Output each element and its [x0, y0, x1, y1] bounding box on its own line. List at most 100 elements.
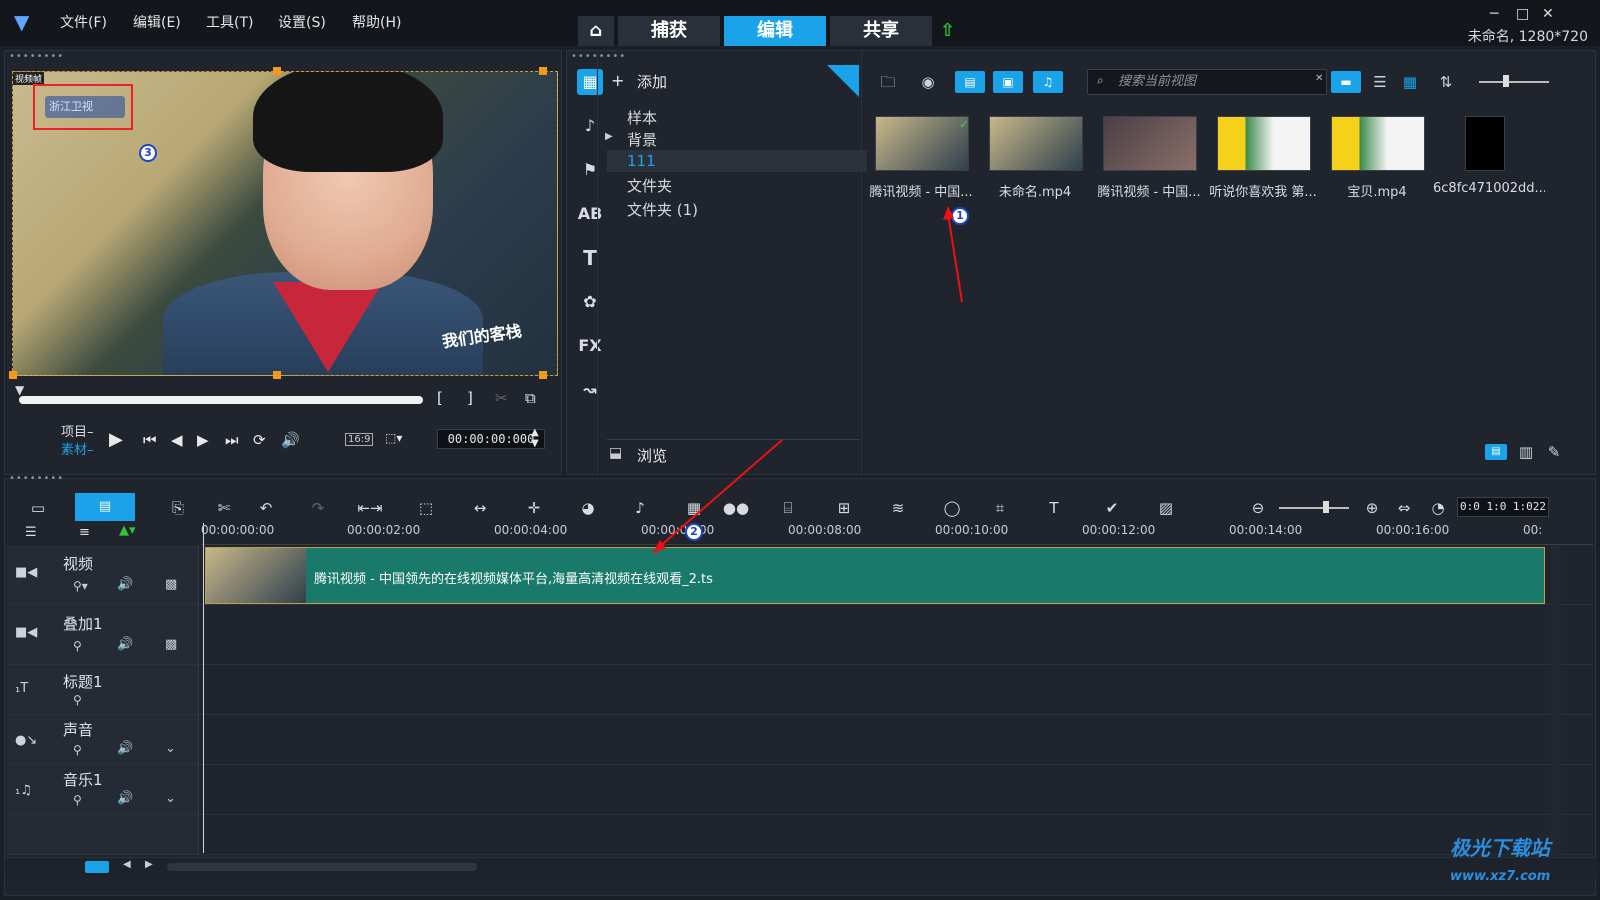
- thumbnail-3[interactable]: [1103, 116, 1197, 171]
- zoom-out-icon[interactable]: ⊖: [1243, 497, 1273, 519]
- close-icon[interactable]: ✕: [1542, 6, 1554, 22]
- resize-handle[interactable]: [273, 67, 281, 75]
- tree-item-sample[interactable]: 样本: [627, 107, 657, 128]
- mute-icon[interactable]: 🔊: [117, 577, 133, 592]
- color-icon[interactable]: ◕: [573, 497, 603, 519]
- panel-grip[interactable]: ••••••••: [9, 473, 64, 484]
- link-icon[interactable]: ⚲: [73, 743, 82, 757]
- resize-mode-icon[interactable]: ⬚▾: [385, 431, 402, 445]
- horizontal-scrollbar[interactable]: [167, 863, 477, 871]
- skip-end-icon[interactable]: ⏭: [225, 431, 239, 449]
- fit-icon[interactable]: ⇤⇥: [355, 497, 385, 519]
- tools-icon[interactable]: ✄: [209, 497, 239, 519]
- track-motion-icon[interactable]: ✛: [519, 497, 549, 519]
- expand-arrow-icon[interactable]: ▶: [605, 131, 613, 142]
- timeline-view-button[interactable]: ▤: [75, 493, 135, 521]
- menu-file[interactable]: 文件(F): [60, 12, 107, 32]
- expand-icon[interactable]: ⌄: [165, 741, 176, 756]
- track-manager-icon[interactable]: ☰: [25, 525, 37, 540]
- thumbnail-size-slider[interactable]: [1479, 81, 1549, 83]
- mute-icon[interactable]: 🔊: [117, 741, 133, 756]
- menu-settings[interactable]: 设置(S): [278, 12, 326, 32]
- link-icon[interactable]: ⚲: [73, 693, 82, 707]
- copy-icon[interactable]: ⎘: [163, 497, 193, 519]
- video-preview[interactable]: 视频帧 浙江卫视 3 我们的客栈: [12, 71, 558, 376]
- track-overlay[interactable]: ■◀ 叠加1 ⚲ 🔊 ▩: [7, 605, 1593, 665]
- stabilize-icon[interactable]: ✔: [1097, 497, 1127, 519]
- link-icon[interactable]: ⚲: [73, 639, 82, 653]
- pin-icon[interactable]: [827, 65, 859, 97]
- filter-audio-button[interactable]: ♫: [1033, 71, 1063, 93]
- menu-help[interactable]: 帮助(H): [352, 12, 401, 32]
- panel-grip[interactable]: ••••••••: [571, 51, 626, 62]
- zoom-knob[interactable]: [1323, 501, 1329, 513]
- aspect-ratio-button[interactable]: 16:9: [345, 433, 374, 446]
- preview-timecode[interactable]: 00:00:00:000: [437, 429, 545, 449]
- track-music[interactable]: ₁♫ 音乐1 ⚲ 🔊 ⌄: [7, 765, 1593, 815]
- search-input[interactable]: 搜索当前视图: [1087, 69, 1327, 95]
- instant-project-icon[interactable]: ♪: [577, 113, 603, 139]
- graphics-icon[interactable]: ✿: [577, 289, 603, 315]
- skip-start-icon[interactable]: ⏮: [143, 431, 157, 449]
- enlarge-icon[interactable]: ⧉: [525, 389, 536, 407]
- tab-edit[interactable]: 编辑: [724, 16, 826, 46]
- add-button[interactable]: 添加: [637, 71, 667, 92]
- track-voice[interactable]: ●↘ 声音 ⚲ 🔊 ⌄: [7, 715, 1593, 765]
- mask-icon[interactable]: ●●: [721, 497, 751, 519]
- storyboard-view-icon[interactable]: ▭: [23, 497, 53, 519]
- mark-in-button[interactable]: [: [437, 389, 443, 407]
- fit-project-icon[interactable]: ⇔: [1389, 497, 1419, 519]
- fx-icon[interactable]: FX: [577, 333, 603, 359]
- add-track-icon[interactable]: ≡: [79, 525, 90, 540]
- thumbnail-4[interactable]: [1217, 116, 1311, 171]
- slider-knob[interactable]: [1503, 75, 1509, 87]
- scroll-right-icon[interactable]: ▶: [145, 859, 153, 870]
- prev-frame-icon[interactable]: ◀: [171, 431, 183, 449]
- mark-out-button[interactable]: ]: [467, 389, 473, 407]
- title-icon[interactable]: T: [577, 245, 603, 271]
- tab-capture[interactable]: 捕获: [618, 16, 720, 46]
- timecode-stepper-icon[interactable]: ▲ ▼: [531, 427, 539, 449]
- time-ruler[interactable]: 00:00:00:00 00:00:02:00 00:00:04:00 00:0…: [201, 523, 1593, 545]
- clear-search-icon[interactable]: ✕: [1315, 73, 1323, 84]
- filter-video-button[interactable]: ▤: [955, 71, 985, 93]
- transition-icon[interactable]: ⚑: [577, 157, 603, 183]
- scroll-left-icon[interactable]: ◀: [123, 859, 131, 870]
- playhead[interactable]: [203, 523, 204, 853]
- path-icon[interactable]: ↝: [577, 377, 603, 403]
- panel-grip[interactable]: ••••••••: [9, 51, 64, 62]
- resize-handle[interactable]: [539, 371, 547, 379]
- project-mode-label[interactable]: 项目–: [61, 421, 94, 440]
- home-button[interactable]: ⌂: [578, 16, 614, 46]
- capture-icon[interactable]: ◉: [915, 71, 941, 93]
- zoom-slider[interactable]: [1279, 507, 1349, 509]
- grid-icon[interactable]: ⊞: [829, 497, 859, 519]
- resize-handle[interactable]: [273, 371, 281, 379]
- track-scroll-button[interactable]: [85, 861, 109, 873]
- tree-item-111[interactable]: 111: [627, 152, 656, 170]
- repeat-icon[interactable]: ⟳: [253, 431, 266, 449]
- scrubber-bar[interactable]: [19, 396, 423, 404]
- clip-mode-label[interactable]: 素材–: [61, 439, 94, 458]
- browse-button[interactable]: 浏览: [637, 445, 667, 466]
- view-list-icon[interactable]: ☰: [1367, 71, 1393, 93]
- plus-icon[interactable]: +: [611, 71, 624, 90]
- loop-icon[interactable]: ◯: [937, 497, 967, 519]
- subtitle-icon[interactable]: ⌸: [773, 497, 803, 519]
- tab-share[interactable]: 共享: [830, 16, 932, 46]
- sort-icon[interactable]: ⇅: [1433, 71, 1459, 93]
- menu-tools[interactable]: 工具(T): [206, 12, 253, 32]
- resize-handle[interactable]: [9, 371, 17, 379]
- tree-item-folder-1[interactable]: 文件夹 (1): [627, 199, 698, 220]
- vertical-scrollbar[interactable]: [1551, 545, 1561, 855]
- panel-layout-button[interactable]: ▤: [1485, 444, 1507, 460]
- link-icon[interactable]: ⚲▾: [73, 579, 88, 593]
- record-icon[interactable]: ▨: [1151, 497, 1181, 519]
- thumbnail-6[interactable]: [1465, 116, 1505, 171]
- tree-item-folder[interactable]: 文件夹: [627, 175, 672, 196]
- upload-arrow-icon[interactable]: ⇧: [940, 20, 955, 41]
- view-grid-icon[interactable]: ▦: [1397, 71, 1423, 93]
- thumbnail-5[interactable]: [1331, 116, 1425, 171]
- mute-icon[interactable]: 🔊: [117, 637, 133, 652]
- expand-icon[interactable]: ⌄: [165, 791, 176, 806]
